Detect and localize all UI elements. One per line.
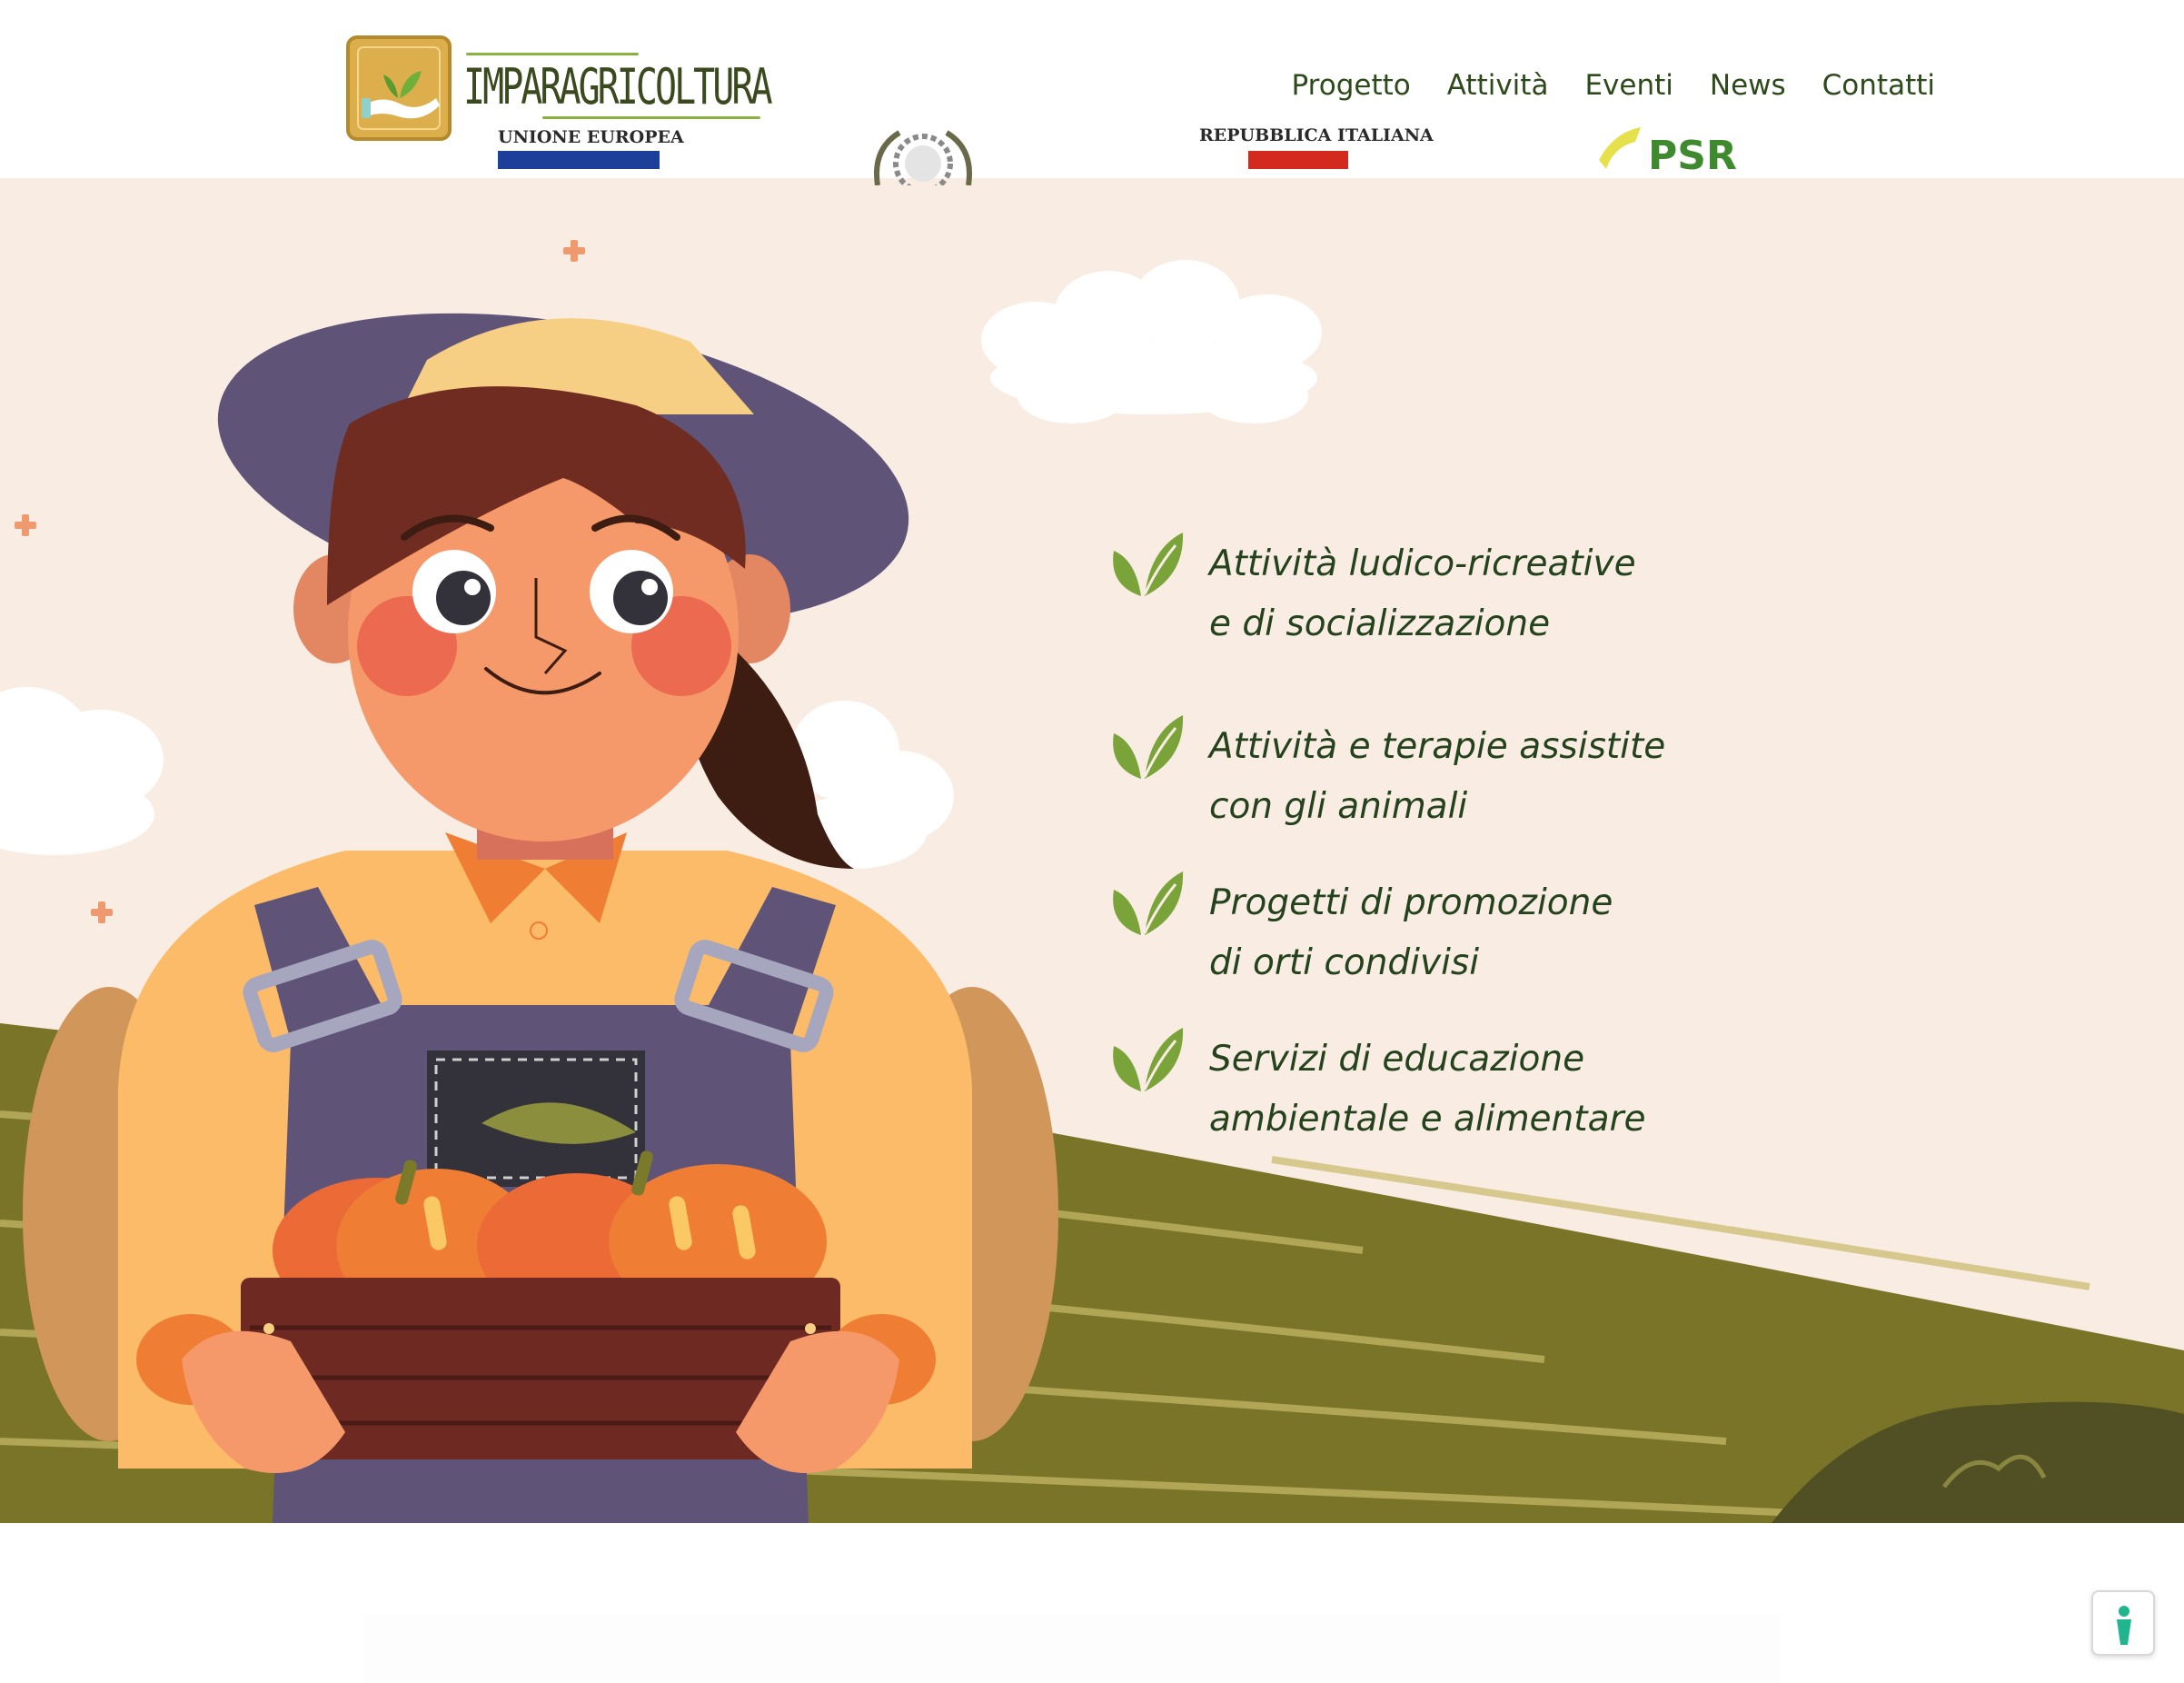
nav-news[interactable]: News [1710, 69, 1786, 102]
cloud-top [981, 260, 1322, 423]
logo-icon [346, 35, 452, 141]
ri-logo-label: REPUBBLICA ITALIANA [1199, 125, 1434, 145]
feature-line: Attività e terapie assistite [1209, 726, 1666, 767]
feature-line: di orti condivisi [1209, 942, 1480, 983]
logo-rule-top [466, 53, 639, 55]
psr-logo: PSR [1599, 127, 1737, 178]
accessibility-button[interactable] [2091, 1590, 2155, 1656]
leaf-icon [1113, 871, 1184, 935]
nav-eventi[interactable]: Eventi [1584, 69, 1673, 102]
hero-illustration [0, 240, 2184, 1523]
feature-text: Servizi di educazione ambientale e alime… [1209, 1030, 1646, 1150]
eu-flag-logo [498, 151, 660, 169]
leaf-icon [1113, 533, 1184, 596]
accessibility-icon [2117, 1606, 2131, 1645]
feature-text: Progetti di promozione di orti condivisi [1209, 873, 1613, 993]
psr-logo-text: PSR [1648, 133, 1737, 178]
site-header: IMPARAGRICOLTURA Progetto Attività Event… [0, 0, 2184, 178]
main-nav: Progetto Attività Eventi News Contatti [1256, 69, 1935, 102]
italian-emblem-logo [874, 130, 972, 185]
leaf-icon [1113, 715, 1184, 779]
partners-logos-strip [363, 1614, 1781, 1683]
feature-text: Attività ludico-ricreative e di socializ… [1209, 534, 1636, 654]
feature-line: Attività ludico-ricreative [1209, 543, 1636, 584]
partners-section [0, 1523, 2184, 1683]
feature-line: Progetti di promozione [1209, 882, 1613, 923]
logo-wordmark: IMPARAGRICOLTURA [463, 58, 773, 115]
nav-contatti[interactable]: Contatti [1822, 69, 1935, 102]
leaf-icon [1113, 1028, 1184, 1091]
nav-progetto[interactable]: Progetto [1292, 69, 1411, 102]
feature-line: ambientale e alimentare [1209, 1099, 1646, 1140]
feature-line: Servizi di educazione [1209, 1039, 1585, 1080]
hero-section: Attività ludico-ricreative e di socializ… [0, 178, 2184, 1523]
feature-line: con gli animali [1209, 786, 1468, 827]
farmer-illustration [23, 313, 1058, 1523]
logo-rule-bottom [542, 116, 760, 119]
feature-line: e di socializzazione [1209, 603, 1551, 644]
nav-attivita[interactable]: Attività [1447, 69, 1549, 102]
eu-logo-label: UNIONE EUROPEA [498, 127, 684, 147]
cloud-left [0, 687, 164, 855]
feature-text: Attività e terapie assistite con gli ani… [1209, 717, 1665, 837]
ri-flag-logo [1248, 151, 1348, 169]
